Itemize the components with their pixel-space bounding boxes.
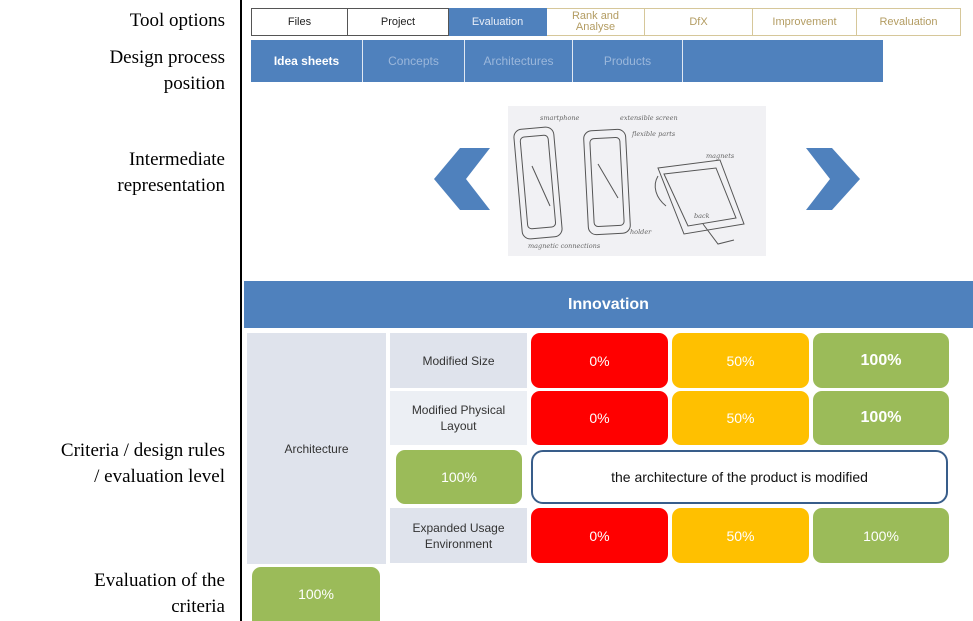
subtab-idea-sheets[interactable]: Idea sheets	[251, 40, 363, 82]
criterion-label-expanded-usage-environment: Expanded Usage Environment	[390, 508, 527, 563]
previous-arrow-icon[interactable]	[432, 146, 492, 212]
criterion-score: 100%	[396, 450, 522, 504]
sketch-label-holder: holder	[630, 228, 652, 236]
option-100-percent-selected[interactable]: 100%	[813, 391, 949, 445]
tab-improvement[interactable]: Improvement	[753, 8, 857, 36]
tab-files[interactable]: Files	[251, 8, 348, 36]
option-0-percent[interactable]: 0%	[531, 333, 668, 388]
annotation-evaluation-line2: criteria	[171, 596, 225, 617]
criterion-description: the architecture of the product is modif…	[531, 450, 948, 504]
annotation-tool-options: Tool options	[129, 10, 225, 31]
tab-dfx[interactable]: DfX	[645, 8, 753, 36]
option-50-percent[interactable]: 50%	[672, 391, 809, 445]
option-0-percent[interactable]: 0%	[531, 391, 668, 445]
option-50-percent[interactable]: 50%	[672, 508, 809, 563]
annotation-intermediate-line2: representation	[117, 175, 225, 196]
criterion-label-line1: Expanded Usage	[412, 520, 505, 535]
criterion-label-line1: Modified Physical	[411, 403, 506, 417]
annotation-design-process-line2: position	[163, 73, 225, 94]
criterion-label-line2: Environment	[424, 536, 493, 551]
option-100-percent-selected[interactable]: 100%	[813, 333, 949, 388]
sketch-label-back: back	[694, 212, 710, 220]
divider-line	[240, 0, 242, 621]
sketch-label-smartphone: smartphone	[540, 114, 580, 122]
annotation-design-process-line1: Design process	[109, 47, 225, 68]
tab-project[interactable]: Project	[348, 8, 449, 36]
annotation-evaluation-line1: Evaluation of the	[94, 570, 225, 591]
criterion-label-line2: Layout	[440, 419, 477, 433]
sketch-label-flexible: flexible parts	[631, 130, 676, 138]
next-arrow-icon[interactable]	[804, 146, 862, 212]
subtab-products[interactable]: Products	[573, 40, 683, 82]
tab-evaluation[interactable]: Evaluation	[449, 8, 547, 36]
sketch-label-magnets: magnets	[706, 152, 735, 160]
tab-revaluation[interactable]: Revaluation	[857, 8, 961, 36]
option-100-percent[interactable]: 100%	[813, 508, 949, 563]
annotation-criteria-line1: Criteria / design rules	[60, 440, 225, 461]
subtab-concepts[interactable]: Concepts	[363, 40, 465, 82]
criterion-label-modified-physical-layout: Modified Physical Layout	[390, 391, 527, 445]
criteria-group-label: Architecture	[284, 441, 349, 456]
annotation-intermediate-line1: Intermediate	[128, 149, 225, 170]
idea-sketch-image: smartphone extensible screen flexible pa…	[508, 106, 766, 256]
subtab-architectures[interactable]: Architectures	[465, 40, 573, 82]
tab-rank-label-line2: Analyse	[575, 21, 616, 33]
sketch-label-connections: magnetic connections	[528, 242, 601, 250]
sketch-drawing: smartphone extensible screen flexible pa…	[513, 114, 745, 250]
option-0-percent[interactable]: 0%	[531, 508, 668, 563]
tab-rank-and-analyse[interactable]: Rank and Analyse	[547, 8, 645, 36]
criteria-evaluation-score: 100%	[252, 567, 380, 621]
option-50-percent[interactable]: 50%	[672, 333, 809, 388]
annotation-criteria-line2: / evaluation level	[94, 466, 225, 487]
criterion-label-modified-size: Modified Size	[422, 353, 495, 368]
sketch-label-extensible: extensible screen	[620, 114, 678, 122]
section-title: Innovation	[244, 281, 973, 328]
